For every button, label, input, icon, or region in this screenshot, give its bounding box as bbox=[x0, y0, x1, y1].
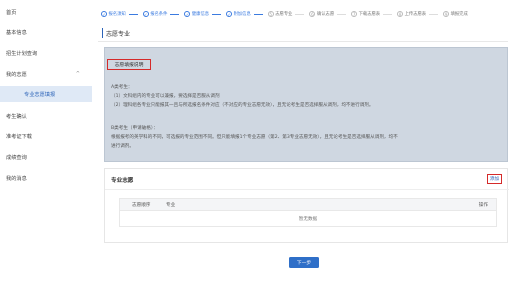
major-choices-card: 专业志愿 添加 志愿顺序 专业 操作 暂无数据 bbox=[104, 168, 509, 243]
notice-line: （2）理科组各专业只能报其一且与所选报名条件对应（不对应的专业志愿无效），且无论… bbox=[111, 103, 374, 108]
step-label: 报名条件 bbox=[150, 12, 168, 17]
sidebar-item-basic-info[interactable]: 基本信息 bbox=[0, 24, 92, 40]
page-title: 志愿专业 bbox=[102, 28, 130, 38]
sidebar-item-confirm[interactable]: 考生确认 bbox=[0, 108, 92, 124]
sidebar-item-home[interactable]: 首页 bbox=[0, 4, 92, 20]
step-connector bbox=[128, 13, 138, 15]
notice-line: 根据报考的英学科的不同，可选报的专业范围不同。但只能填报1个专业志愿（第2、第3… bbox=[111, 135, 398, 140]
add-button[interactable]: 添加 bbox=[487, 174, 502, 184]
next-button[interactable]: 下一步 bbox=[289, 257, 319, 268]
sidebar-item-label: 成绩查询 bbox=[6, 154, 27, 161]
notice-line: （1）文科组内的专业可以兼报，要选择是否服从调剂 bbox=[111, 94, 220, 99]
notice-line: A类考生： bbox=[111, 85, 133, 90]
empty-state: 暂无数据 bbox=[298, 217, 318, 222]
chevron-up-icon: ^ bbox=[75, 71, 80, 77]
step-number: 5 bbox=[267, 11, 274, 17]
step-label: 确认志愿 bbox=[316, 12, 335, 17]
step-9: 9 填报完成 bbox=[443, 11, 468, 17]
step-connector bbox=[383, 13, 393, 15]
notice-line: 进行调剂。 bbox=[111, 144, 134, 149]
step-connector bbox=[170, 13, 180, 15]
sidebar-item-my-choices[interactable]: 我的志愿 ^ bbox=[0, 66, 92, 82]
step-8: 8 上传志愿表 bbox=[397, 11, 439, 17]
step-connector bbox=[429, 13, 439, 15]
step-7: 7 下载志愿表 bbox=[351, 11, 393, 17]
step-label: 填报完成 bbox=[450, 12, 468, 17]
step-label: 下载志愿表 bbox=[358, 12, 381, 17]
sidebar-item-admission-ticket[interactable]: 准考证下载 bbox=[0, 128, 92, 144]
column-header-action: 操作 bbox=[478, 203, 488, 208]
sidebar-item-label: 我的志愿 bbox=[6, 71, 27, 78]
step-label: 健康信息 bbox=[191, 12, 210, 17]
step-connector bbox=[295, 13, 305, 15]
sidebar-item-label: 专业志愿填报 bbox=[24, 91, 56, 98]
column-header-order: 志愿顺序 bbox=[132, 203, 151, 208]
card-title: 专业志愿 bbox=[111, 178, 134, 184]
sidebar-item-label: 基本信息 bbox=[6, 29, 27, 36]
step-label: 附加信息 bbox=[233, 12, 251, 17]
sidebar-item-label: 招生计划查询 bbox=[6, 50, 38, 57]
notice-title: 志愿填报说明 bbox=[107, 59, 151, 70]
step-number: 8 bbox=[397, 11, 404, 17]
step-connector bbox=[212, 13, 222, 15]
step-label: 报名须知 bbox=[108, 12, 126, 17]
step-number: 7 bbox=[351, 11, 358, 17]
sidebar-item-label: 我的消息 bbox=[6, 175, 27, 182]
step-1: ✓ 报名须知 bbox=[101, 11, 138, 17]
sidebar-item-messages[interactable]: 我的消息 bbox=[0, 170, 92, 186]
sidebar-item-major-choice-fill[interactable]: 专业志愿填报 bbox=[0, 86, 92, 102]
check-icon: ✓ bbox=[226, 11, 233, 17]
step-label: 上传志愿表 bbox=[404, 12, 427, 17]
step-label: 志愿专业 bbox=[275, 12, 293, 17]
divider bbox=[105, 189, 509, 190]
step-2: ✓ 报名条件 bbox=[142, 11, 180, 17]
main-content: ✓ 报名须知 ✓ 报名条件 ✓ 健康信息 ✓ 附加信息 5 志愿专业 6 确认志… bbox=[98, 0, 531, 283]
check-icon: ✓ bbox=[184, 11, 191, 17]
column-header-major: 专业 bbox=[166, 203, 176, 208]
step-connector bbox=[337, 13, 347, 15]
sidebar-item-scores[interactable]: 成绩查询 bbox=[0, 149, 92, 165]
check-icon: ✓ bbox=[101, 11, 107, 17]
step-number: 9 bbox=[443, 11, 450, 17]
check-icon: ✓ bbox=[142, 11, 149, 17]
sidebar-item-label: 准考证下载 bbox=[6, 133, 32, 140]
table-header: 志愿顺序 专业 操作 bbox=[120, 199, 496, 211]
step-3: ✓ 健康信息 bbox=[184, 11, 222, 17]
divider bbox=[98, 41, 508, 42]
sidebar-item-label: 考生确认 bbox=[6, 113, 27, 120]
sidebar: 首页 基本信息 招生计划查询 我的志愿 ^ 专业志愿填报 考生确认 准考证下载 … bbox=[0, 0, 92, 283]
choices-table: 志愿顺序 专业 操作 暂无数据 bbox=[119, 198, 497, 227]
notice-box: 志愿填报说明 A类考生： （1）文科组内的专业可以兼报，要选择是否服从调剂 （2… bbox=[104, 47, 508, 162]
notice-line: B类考生（申请破格）： bbox=[111, 126, 158, 131]
step-5: 5 志愿专业 bbox=[267, 11, 305, 17]
step-connector bbox=[253, 13, 263, 15]
sidebar-item-enrollment-plan[interactable]: 招生计划查询 bbox=[0, 45, 92, 61]
step-number: 6 bbox=[309, 11, 316, 17]
sidebar-item-label: 首页 bbox=[6, 9, 17, 16]
step-4: ✓ 附加信息 bbox=[226, 11, 263, 17]
step-6: 6 确认志愿 bbox=[309, 11, 347, 17]
progress-stepper: ✓ 报名须知 ✓ 报名条件 ✓ 健康信息 ✓ 附加信息 5 志愿专业 6 确认志… bbox=[101, 9, 473, 19]
